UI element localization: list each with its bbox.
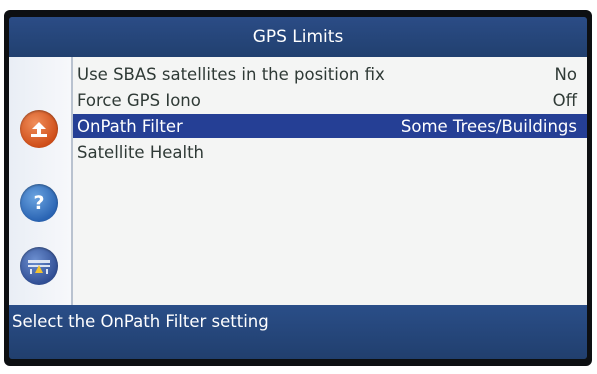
list-item-label: OnPath Filter — [77, 116, 183, 136]
back-arrow-icon[interactable] — [20, 110, 58, 148]
list-item-value: Off — [552, 90, 577, 110]
list-item-label: Force GPS Iono — [77, 90, 201, 110]
list-item-onpath-filter[interactable]: OnPath Filter Some Trees/Buildings — [73, 114, 587, 138]
list-item-value: No — [554, 64, 577, 84]
list-item-sbas[interactable]: Use SBAS satellites in the position fix … — [73, 62, 587, 86]
list-item-force-gps-iono[interactable]: Force GPS Iono Off — [73, 88, 587, 112]
settings-list: Use SBAS satellites in the position fix … — [73, 57, 587, 305]
list-item-label: Satellite Health — [77, 142, 205, 162]
page-title-text: GPS Limits — [252, 27, 344, 47]
list-item-label: Use SBAS satellites in the position fix — [77, 64, 385, 84]
device-screen: GPS Limits ? Use SBAS satellites in the … — [9, 17, 587, 359]
status-text: Select the OnPath Filter setting — [12, 312, 269, 331]
help-icon[interactable]: ? — [20, 184, 58, 222]
implement-icon[interactable] — [20, 247, 58, 285]
status-bar: Select the OnPath Filter setting — [9, 305, 587, 359]
help-glyph: ? — [33, 192, 45, 214]
implement-glyph — [28, 260, 50, 274]
list-item-satellite-health[interactable]: Satellite Health — [73, 140, 587, 164]
page-title: GPS Limits — [9, 17, 587, 57]
back-arrow-glyph — [31, 122, 47, 137]
sidebar: ? — [9, 57, 73, 305]
list-item-value: Some Trees/Buildings — [400, 116, 577, 136]
